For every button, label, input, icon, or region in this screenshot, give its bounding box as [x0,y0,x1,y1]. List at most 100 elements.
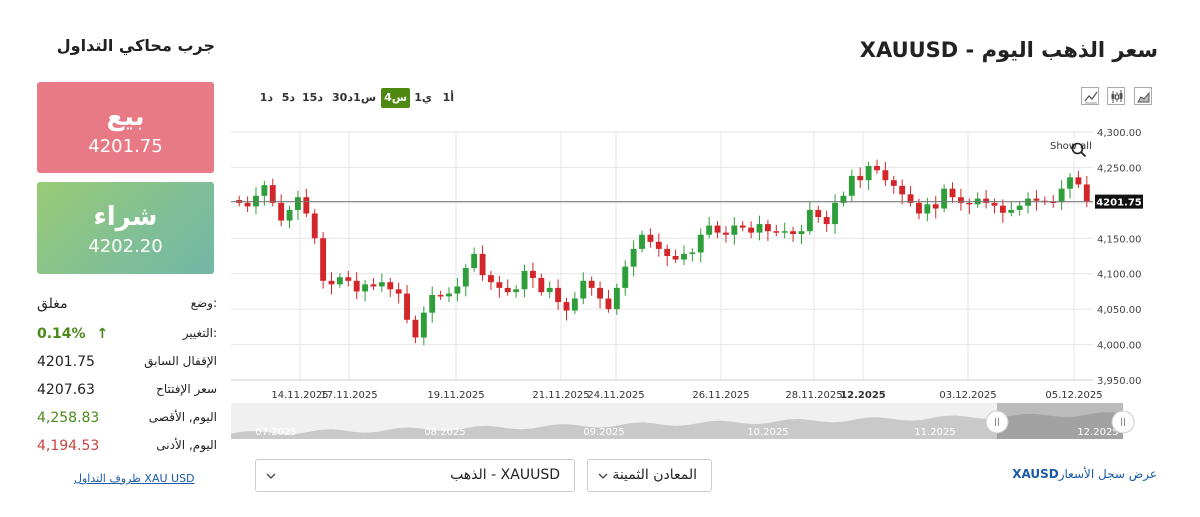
stat-prev-close: الإقفال السابق 4201.75 [37,350,217,378]
candle [555,287,562,303]
candle [706,225,713,235]
candle [714,225,721,233]
candle [916,202,922,214]
candle [303,197,310,214]
candle [790,231,797,235]
time-range-selector: أ1 ي1 س4 س1 د30 د15 د5 د1 [232,88,462,108]
candle [639,234,645,249]
range-5m[interactable]: د5 [279,88,298,108]
zoom-reset-icon[interactable] [1071,142,1087,158]
navigator-label: 10.2025 [747,427,788,438]
candle [764,224,771,232]
candle [941,188,948,209]
price-history-link[interactable]: عرض سجل الأسعارXAUSD [1012,467,1157,481]
candle [874,166,880,171]
range-15m[interactable]: د15 [299,88,326,108]
navigator-right-handle[interactable] [1111,410,1135,434]
candle [471,253,478,269]
navigator-left-handle[interactable] [985,410,1009,434]
candle [336,277,343,285]
candle [806,209,813,232]
sell-button[interactable]: بيع 4201.75 [37,82,214,173]
price-tick-label: 4,100.00 [1097,270,1142,281]
price-chart[interactable]: 4,300.004,250.004,200.004,150.004,100.00… [231,120,1151,465]
current-price-label: 4201.75 [1096,198,1142,209]
candlestick-chart[interactable]: 4,300.004,250.004,200.004,150.004,100.00… [231,120,1151,465]
status-label: وضع: [190,296,217,310]
candle [370,284,377,287]
candle [278,202,285,221]
buy-label: شراء [93,202,158,232]
history-link-symbol: XAUSD [1012,467,1059,481]
range-1d[interactable]: ي1 [411,88,435,108]
candle [613,287,620,310]
candle [253,195,259,207]
trading-panel: جرب محاكي التداول بيع 4201.75 شراء 4202.… [0,0,230,517]
category-select[interactable]: المعادن الثمينة [587,459,712,492]
candle [605,298,612,310]
candle [689,252,696,254]
candlestick-chart-icon[interactable] [1107,87,1125,105]
candle [571,298,578,311]
price-tick-label: 3,950.00 [1097,376,1142,387]
category-select-value: المعادن الثمينة [612,467,697,483]
buy-button[interactable]: شراء 4202.20 [37,182,214,274]
date-tick-label: 21.11.2025 [532,390,589,401]
candle [1083,184,1090,202]
stat-change: التغيير: 0.14% ↑ [37,322,217,350]
history-link-text: عرض سجل الأسعار [1058,467,1157,481]
change-value: 0.14% ↑ [37,326,108,342]
candle [563,302,570,311]
sell-price: 4201.75 [88,136,163,157]
candle [773,231,780,233]
range-4h[interactable]: س4 [381,88,410,108]
chevron-down-icon [266,473,276,479]
candle [378,282,385,287]
candle [1075,177,1082,185]
candle [781,231,788,233]
low-value: 4,194.53 [37,438,100,454]
candle [756,224,763,233]
candle [286,209,293,221]
candle [865,166,872,181]
candle [924,204,931,214]
candle [546,287,553,293]
candle [420,312,427,338]
low-label: اليوم, الأدنى [156,438,217,452]
area-chart-icon[interactable] [1134,87,1152,105]
candle [412,319,419,338]
range-30m[interactable]: د30 [329,88,356,108]
high-value: 4,258.83 [37,410,100,426]
page-title: سعر الذهب اليوم - XAUUSD [859,38,1158,62]
price-tick-label: 4,150.00 [1097,234,1142,245]
candle [882,170,889,181]
candle [1016,205,1023,210]
candle [731,225,738,235]
candle [664,248,671,256]
candle [269,185,276,203]
candle [1058,188,1065,203]
candle [672,256,679,260]
date-tick-label: 19.11.2025 [427,390,484,401]
candle [479,253,486,276]
candle [723,232,729,235]
trading-terms-link[interactable]: XAU USD ظروف التداول [74,472,195,485]
line-chart-icon[interactable] [1081,87,1099,105]
candle [362,284,369,292]
range-1m[interactable]: د1 [257,88,276,108]
candle [437,294,444,297]
change-label: التغيير: [182,326,217,340]
stat-high: اليوم, الأقصى 4,258.83 [37,406,217,434]
candle [857,175,864,181]
date-tick-label: 28.11.2025 [785,390,842,401]
stat-low: اليوم, الأدنى 4,194.53 [37,434,217,462]
candle [622,266,629,288]
candle [446,293,452,297]
candle [966,202,973,205]
candle [597,287,603,299]
arrow-up-icon: ↑ [96,326,109,342]
candle [529,270,536,278]
date-tick-label: 05.12.2025 [1045,390,1102,401]
symbol-select[interactable]: XAUUSD - الذهب [255,459,575,492]
range-1y[interactable]: أ1 [440,88,457,108]
